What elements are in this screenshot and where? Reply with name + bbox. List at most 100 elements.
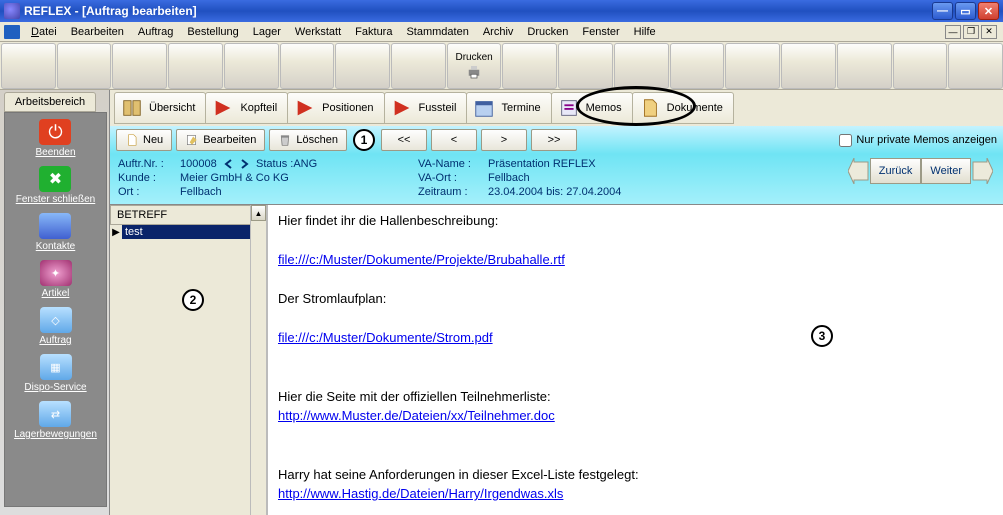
tab-termine[interactable]: Termine	[466, 92, 551, 124]
minimize-button[interactable]: —	[932, 2, 953, 20]
memo-link-2[interactable]: file:///c:/Muster/Dokumente/Strom.pdf	[278, 330, 493, 345]
toolbtn-drucken[interactable]: Drucken	[447, 43, 502, 89]
toolbtn-10[interactable]	[502, 43, 557, 89]
ort-label: Ort :	[118, 186, 180, 198]
close-button[interactable]: ✕	[978, 2, 999, 20]
chevron-left-icon[interactable]	[223, 158, 235, 170]
sidebar-item-fenster-schliessen[interactable]: ✖ Fenster schließen	[16, 166, 95, 205]
mdi-restore[interactable]: ❐	[963, 25, 979, 39]
toolbtn-2[interactable]	[57, 43, 112, 89]
toolbtn-16[interactable]	[837, 43, 892, 89]
edit-icon	[185, 133, 199, 147]
bearbeiten-button[interactable]: Bearbeiten	[176, 129, 265, 151]
toolbtn-7[interactable]	[335, 43, 390, 89]
arrow-right-icon	[971, 158, 993, 184]
sidebar-item-auftrag[interactable]: ◇ Auftrag	[39, 307, 71, 346]
status-label: Status	[256, 158, 287, 170]
tab-positionen[interactable]: Positionen	[287, 92, 384, 124]
toolbtn-6[interactable]	[280, 43, 335, 89]
callout-3: 3	[811, 325, 833, 347]
toolbtn-4[interactable]	[168, 43, 223, 89]
memo-icon	[558, 97, 580, 119]
menu-fenster[interactable]: Fenster	[575, 24, 626, 40]
memo-body: BETREFF ▶ test 2 ▲ Hier findet ihr die H…	[110, 204, 1003, 515]
mdi-minimize[interactable]: —	[945, 25, 961, 39]
sidebar-item-artikel[interactable]: ✦ Artikel	[40, 260, 72, 299]
toolbtn-1[interactable]	[1, 43, 56, 89]
tab-fussteil[interactable]: Fussteil	[384, 92, 468, 124]
loeschen-button[interactable]: Löschen	[269, 129, 347, 151]
weiter-button[interactable]: Weiter	[921, 158, 971, 184]
memo-link-3[interactable]: http://www.Muster.de/Dateien/xx/Teilnehm…	[278, 408, 555, 423]
menu-stammdaten[interactable]: Stammdaten	[399, 24, 475, 40]
contacts-icon	[39, 213, 71, 239]
sidebar-item-dispo[interactable]: ▦ Dispo-Service	[24, 354, 86, 393]
sidebar-tab[interactable]: Arbeitsbereich	[4, 92, 96, 112]
auftrnr-label: Auftr.Nr. :	[118, 158, 180, 170]
info-header: Auftr.Nr. :100008 Status :ANG Kunde :Mei…	[110, 154, 1003, 204]
printer-icon	[465, 63, 483, 81]
memo-list-scrollbar[interactable]: ▲	[250, 205, 266, 515]
privat-memos-checkbox[interactable]	[839, 134, 852, 147]
arrow-left-icon	[848, 158, 870, 184]
memo-link-4[interactable]: http://www.Hastig.de/Dateien/Harry/Irgen…	[278, 486, 563, 501]
toolbtn-8[interactable]	[391, 43, 446, 89]
auftrag-icon: ◇	[40, 307, 72, 333]
sidebar-item-beenden[interactable]: ⏻ Beenden	[35, 119, 75, 158]
menu-auftrag[interactable]: Auftrag	[131, 24, 180, 40]
menu-hilfe[interactable]: Hilfe	[627, 24, 663, 40]
chevron-right-icon[interactable]	[238, 158, 250, 170]
menu-bearbeiten[interactable]: Bearbeiten	[64, 24, 131, 40]
memo-link-1[interactable]: file:///c:/Muster/Dokumente/Projekte/Bru…	[278, 252, 565, 267]
maximize-button[interactable]: ▭	[955, 2, 976, 20]
toolbtn-14[interactable]	[725, 43, 780, 89]
toolbtn-11[interactable]	[558, 43, 613, 89]
tab-memos[interactable]: Memos	[551, 92, 633, 124]
toolbtn-15[interactable]	[781, 43, 836, 89]
toolbtn-drucken-label: Drucken	[455, 52, 492, 63]
zeitraum-label: Zeitraum :	[418, 186, 488, 198]
menu-drucken[interactable]: Drucken	[520, 24, 575, 40]
toolbtn-17[interactable]	[893, 43, 948, 89]
sidebar-item-lager[interactable]: ⇄ Lagerbewegungen	[14, 401, 97, 440]
sidebar-item-kontakte[interactable]: Kontakte	[36, 213, 75, 252]
next-button[interactable]: >	[481, 129, 527, 151]
callout-2: 2	[182, 289, 204, 311]
tab-kopfteil[interactable]: Kopfteil	[205, 92, 288, 124]
status-value: :ANG	[290, 158, 317, 170]
memo-text[interactable]: Hier findet ihr die Hallenbeschreibung: …	[268, 205, 1003, 515]
memo-row-selected[interactable]: ▶ test	[110, 225, 266, 239]
last-button[interactable]: >>	[531, 129, 577, 151]
app-icon	[4, 3, 20, 19]
ort-value: Fellbach	[180, 186, 222, 198]
scroll-up-icon[interactable]: ▲	[251, 205, 266, 221]
menu-werkstatt[interactable]: Werkstatt	[288, 24, 348, 40]
toolbtn-13[interactable]	[670, 43, 725, 89]
toolbtn-5[interactable]	[224, 43, 279, 89]
toolbtn-3[interactable]	[112, 43, 167, 89]
window-close-icon: ✖	[39, 166, 71, 192]
tab-dokumente[interactable]: Dokumente	[632, 92, 734, 124]
tab-uebersicht[interactable]: Übersicht	[114, 92, 206, 124]
toolbtn-12[interactable]	[614, 43, 669, 89]
menu-bestellung[interactable]: Bestellung	[180, 24, 245, 40]
memo-col-header[interactable]: BETREFF	[110, 205, 266, 225]
menu-archiv[interactable]: Archiv	[476, 24, 521, 40]
menu-datei[interactable]: Datei	[24, 24, 64, 40]
menu-faktura[interactable]: Faktura	[348, 24, 399, 40]
neu-button[interactable]: Neu	[116, 129, 172, 151]
zurueck-button[interactable]: Zurück	[870, 158, 922, 184]
prev-button[interactable]: <	[431, 129, 477, 151]
menubar: Datei Bearbeiten Auftrag Bestellung Lage…	[0, 22, 1003, 42]
first-button[interactable]: <<	[381, 129, 427, 151]
artikel-icon: ✦	[40, 260, 72, 286]
lager-icon: ⇄	[39, 401, 71, 427]
toolbtn-18[interactable]	[948, 43, 1003, 89]
menu-lager[interactable]: Lager	[246, 24, 288, 40]
memo-line: Der Stromlaufplan:	[278, 289, 993, 309]
titlebar: REFLEX - [Auftrag bearbeiten] — ▭ ✕	[0, 0, 1003, 22]
mdi-close[interactable]: ✕	[981, 25, 997, 39]
trash-icon	[278, 133, 292, 147]
kunde-label: Kunde :	[118, 172, 180, 184]
vaname-label: VA-Name :	[418, 158, 488, 170]
